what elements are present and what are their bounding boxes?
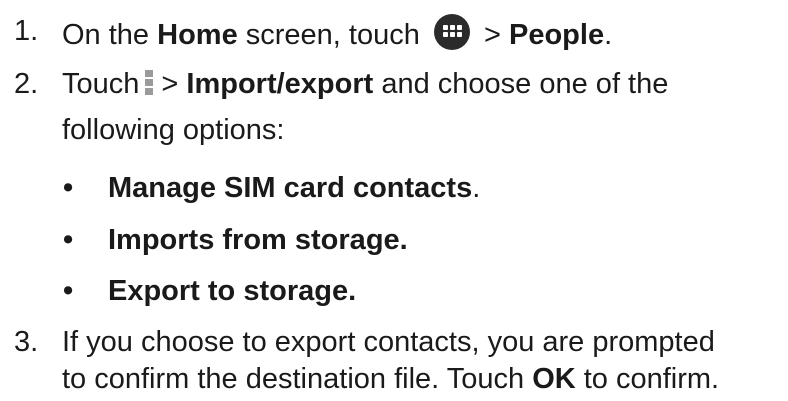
step-text: On the Home screen, touch > People. xyxy=(62,14,612,53)
bullet: • xyxy=(63,172,74,204)
step-number: 2. xyxy=(14,68,39,100)
option-label: Imports from storage. xyxy=(108,224,408,256)
bullet: • xyxy=(63,275,74,307)
import-export-label: Import/export xyxy=(186,68,374,100)
step-number: 1. xyxy=(14,15,39,47)
home-label: Home xyxy=(157,19,238,51)
menu-icon xyxy=(145,70,154,96)
apps-drawer-icon xyxy=(433,14,470,50)
people-label: People xyxy=(508,19,605,51)
instruction-page: 1. On the Home screen, touch > People. 2… xyxy=(14,14,720,395)
step-text: If you choose to export contacts, you ar… xyxy=(62,326,715,358)
bullet: • xyxy=(63,224,74,256)
step-text: Touch > Import/export and choose one of t… xyxy=(62,68,669,100)
option-label: Export to storage. xyxy=(108,275,357,307)
ok-label: OK xyxy=(532,363,576,395)
step-number: 3. xyxy=(14,326,39,358)
option-label: Manage SIM card contacts xyxy=(108,172,473,204)
